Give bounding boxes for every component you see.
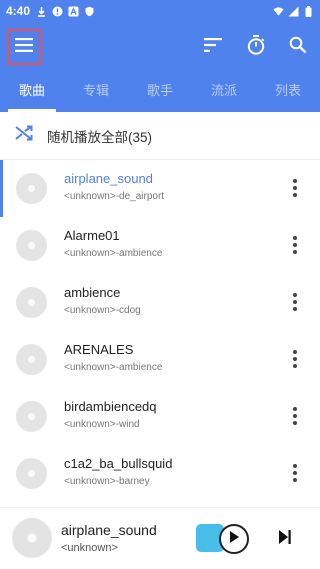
now-playing-artist: <unknown> <box>61 542 118 554</box>
song-subtitle: <unknown>-wind <box>64 419 140 430</box>
tab-playlists[interactable]: 列表 <box>256 72 320 112</box>
wifi-icon <box>273 6 284 17</box>
shuffle-all-button[interactable]: 随机播放全部(35) <box>0 112 320 160</box>
list-item[interactable]: ARENALES <unknown>-ambience <box>0 331 320 388</box>
song-title: ARENALES <box>64 342 134 357</box>
list-item[interactable]: c1a2_ba_bullsquid <unknown>-barney <box>0 445 320 502</box>
battery-icon <box>303 5 314 17</box>
more-vert-icon[interactable] <box>290 404 300 428</box>
now-playing-album-art <box>12 518 52 558</box>
song-subtitle: <unknown>-ambience <box>64 362 163 373</box>
song-title: airplane_sound <box>64 171 153 186</box>
skip-next-button[interactable] <box>276 527 294 551</box>
shuffle-all-label: 随机播放全部(35) <box>47 129 153 145</box>
play-icon <box>228 530 240 549</box>
list-item[interactable]: Alarme01 <unknown>-ambience <box>0 217 320 274</box>
song-subtitle: <unknown>-de_airport <box>64 191 165 202</box>
tab-albums[interactable]: 专辑 <box>64 72 128 112</box>
sleep-timer-button[interactable] <box>242 33 270 61</box>
shield-icon <box>84 6 95 17</box>
tab-artists[interactable]: 歌手 <box>128 72 192 112</box>
song-title: birdambiencedq <box>64 399 157 414</box>
album-art-placeholder <box>16 401 47 432</box>
song-subtitle: <unknown>-ambience <box>64 248 163 259</box>
search-icon <box>289 36 307 59</box>
skip-next-icon <box>278 529 292 550</box>
category-tabs: 歌曲 专辑 歌手 流派 列表 <box>0 72 320 112</box>
status-bar: 4:40 <box>0 0 320 22</box>
album-art-placeholder <box>16 458 47 489</box>
tab-songs[interactable]: 歌曲 <box>0 72 64 112</box>
song-list: airplane_sound <unknown>-de_airport Alar… <box>0 160 320 502</box>
playing-indicator <box>0 160 3 217</box>
list-item[interactable]: airplane_sound <unknown>-de_airport <box>0 160 320 217</box>
sort-button[interactable] <box>199 33 227 61</box>
song-title: ambience <box>64 285 121 300</box>
sort-icon <box>204 37 222 57</box>
timer-icon <box>247 34 265 60</box>
more-vert-icon[interactable] <box>290 290 300 314</box>
album-art-placeholder <box>16 287 47 318</box>
more-vert-icon[interactable] <box>290 176 300 200</box>
album-art-placeholder <box>16 173 47 204</box>
more-vert-icon[interactable] <box>290 347 300 371</box>
search-button[interactable] <box>284 33 312 61</box>
download-icon <box>36 6 47 17</box>
album-art-placeholder <box>16 230 47 261</box>
list-item[interactable]: ambience <unknown>-cdog <box>0 274 320 331</box>
now-playing-title: airplane_sound <box>61 522 157 538</box>
more-vert-icon[interactable] <box>290 461 300 485</box>
list-item[interactable]: birdambiencedq <unknown>-wind <box>0 388 320 445</box>
menu-icon <box>15 37 33 57</box>
more-vert-icon[interactable] <box>290 233 300 257</box>
tab-genres[interactable]: 流派 <box>192 72 256 112</box>
song-subtitle: <unknown>-cdog <box>64 305 141 316</box>
app-bar <box>0 22 320 72</box>
shuffle-icon <box>15 125 33 146</box>
album-art-placeholder <box>16 344 47 375</box>
song-subtitle: <unknown>-barney <box>64 476 150 487</box>
app-notification-icon <box>68 6 79 17</box>
song-title: c1a2_ba_bullsquid <box>64 456 173 471</box>
play-button[interactable] <box>219 524 249 554</box>
menu-button[interactable] <box>7 29 41 65</box>
song-title: Alarme01 <box>64 228 120 243</box>
status-time: 4:40 <box>6 4 31 18</box>
now-playing-bar[interactable]: airplane_sound <unknown> <box>0 507 320 569</box>
signal-icon <box>288 6 299 17</box>
alert-icon <box>52 6 63 17</box>
